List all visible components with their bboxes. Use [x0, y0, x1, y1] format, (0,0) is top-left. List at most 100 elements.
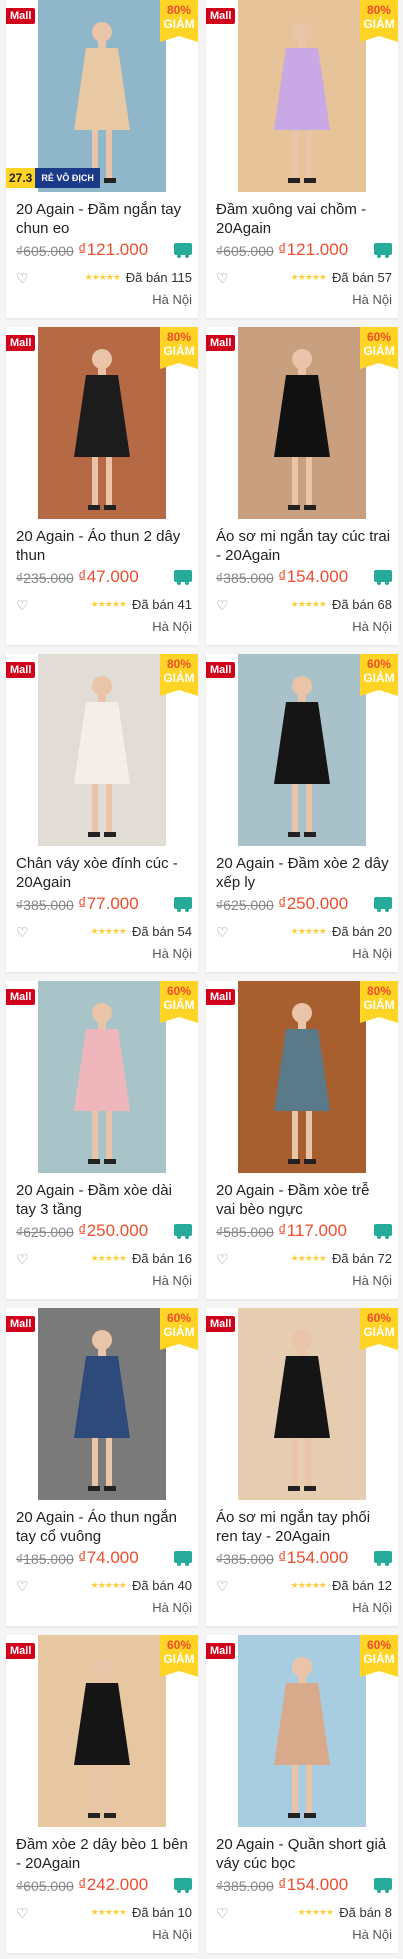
model-head — [292, 1657, 312, 1677]
product-image-area[interactable]: Mall 60% GIẢM — [206, 654, 398, 846]
product-card[interactable]: Mall 60% GIẢM Áo sơ mi ngắn tay phối ren… — [206, 1308, 398, 1626]
free-shipping-icon — [174, 1878, 192, 1893]
mall-badge: Mall — [6, 1316, 36, 1332]
free-shipping-icon — [374, 1551, 392, 1566]
rating-stars-icon: ★★★★★ — [290, 599, 327, 609]
heart-icon[interactable]: ♡ — [16, 1578, 29, 1595]
heart-icon[interactable]: ♡ — [16, 1905, 29, 1922]
price-row: ₫605.000 ₫121.000 — [16, 240, 192, 260]
product-card[interactable]: Mall 60% GIẢM 20 Again - Áo thun ngắn ta… — [6, 1308, 198, 1626]
product-image-area[interactable]: Mall 80% GIẢM — [6, 327, 198, 519]
shop-location: Hà Nội — [152, 1927, 192, 1942]
discount-percent: 60% — [166, 1311, 192, 1325]
sold-count: Đã bán 54 — [132, 924, 192, 939]
discount-percent: 60% — [166, 1638, 192, 1652]
product-photo — [38, 981, 166, 1173]
heart-icon[interactable]: ♡ — [16, 924, 29, 941]
product-name[interactable]: 20 Again - Áo thun 2 dây thun — [16, 527, 192, 565]
price-row: ₫625.000 ₫250.000 — [216, 894, 392, 914]
sold-count: Đã bán 16 — [132, 1251, 192, 1266]
heart-icon[interactable]: ♡ — [216, 597, 229, 614]
heart-icon[interactable]: ♡ — [216, 270, 229, 287]
product-image-area[interactable]: Mall 80% GIẢM — [206, 981, 398, 1173]
product-card[interactable]: Mall 60% GIẢM 20 Again - Đầm xòe 2 dây x… — [206, 654, 398, 972]
product-card[interactable]: Mall 80% GIẢM 27.3 RẺ VÔ ĐỊCH 20 Again -… — [6, 0, 198, 318]
model-head — [92, 1330, 112, 1350]
product-name[interactable]: Áo sơ mi ngắn tay phối ren tay - 20Again — [216, 1508, 392, 1546]
model-head — [292, 676, 312, 696]
product-image-area[interactable]: Mall 60% GIẢM — [206, 327, 398, 519]
product-card[interactable]: Mall 80% GIẢM 20 Again - Áo thun 2 dây t… — [6, 327, 198, 645]
original-price: ₫385.000 — [216, 570, 274, 586]
heart-icon[interactable]: ♡ — [16, 270, 29, 287]
heart-icon[interactable]: ♡ — [216, 1251, 229, 1268]
rating-stars-icon: ★★★★★ — [290, 272, 327, 282]
product-image-area[interactable]: Mall 60% GIẢM — [6, 1308, 198, 1500]
product-card[interactable]: Mall 80% GIẢM 20 Again - Đầm xòe trễ vai… — [206, 981, 398, 1299]
mall-badge: Mall — [206, 1643, 236, 1659]
product-image-area[interactable]: Mall 80% GIẢM — [206, 0, 398, 192]
product-image-area[interactable]: Mall 60% GIẢM — [6, 1635, 198, 1827]
product-image-area[interactable]: Mall 80% GIẢM — [6, 654, 198, 846]
mall-badge: Mall — [6, 989, 36, 1005]
product-name[interactable]: Đầm xuông vai chồm - 20Again — [216, 200, 392, 238]
shop-location: Hà Nội — [352, 619, 392, 634]
sold-count: Đã bán 8 — [339, 1905, 392, 1920]
price-row: ₫605.000 ₫121.000 — [216, 240, 392, 260]
product-photo — [238, 327, 366, 519]
product-name[interactable]: 20 Again - Đầm xòe dài tay 3 tầng — [16, 1181, 192, 1219]
heart-icon[interactable]: ♡ — [216, 1905, 229, 1922]
product-image-area[interactable]: Mall 80% GIẢM 27.3 RẺ VÔ ĐỊCH — [6, 0, 198, 192]
product-card[interactable]: Mall 80% GIẢM Chân váy xòe đính cúc - 20… — [6, 654, 198, 972]
discount-badge: 60% GIẢM — [360, 327, 398, 369]
sold-count: Đã bán 115 — [125, 270, 192, 285]
product-card[interactable]: Mall 60% GIẢM 20 Again - Quần short giả … — [206, 1635, 398, 1953]
product-card[interactable]: Mall 60% GIẢM Đầm xòe 2 dây bèo 1 bên - … — [6, 1635, 198, 1953]
meta-row: ♡ ★★★★★ Đã bán 40 — [16, 1578, 192, 1596]
product-name[interactable]: 20 Again - Quần short giả váy cúc bọc — [216, 1835, 392, 1873]
rating-stars-icon: ★★★★★ — [290, 926, 327, 936]
model-head — [92, 349, 112, 369]
meta-row: ♡ ★★★★★ Đã bán 16 — [16, 1251, 192, 1269]
model-head — [92, 22, 112, 42]
product-image-area[interactable]: Mall 60% GIẢM — [206, 1635, 398, 1827]
product-name[interactable]: 20 Again - Đầm xòe 2 dây xếp ly — [216, 854, 392, 892]
product-name[interactable]: 20 Again - Áo thun ngắn tay cổ vuông — [16, 1508, 192, 1546]
sale-price: ₫242.000 — [78, 1875, 149, 1894]
heart-icon[interactable]: ♡ — [216, 1578, 229, 1595]
price-row: ₫605.000 ₫242.000 — [16, 1875, 192, 1895]
sale-price: ₫154.000 — [278, 1548, 349, 1567]
product-image-area[interactable]: Mall 60% GIẢM — [6, 981, 198, 1173]
product-name[interactable]: 20 Again - Đầm ngắn tay chun eo — [16, 200, 192, 238]
discount-badge: 80% GIẢM — [160, 654, 198, 696]
product-name[interactable]: Chân váy xòe đính cúc - 20Again — [16, 854, 192, 892]
original-price: ₫605.000 — [16, 1878, 74, 1894]
discount-percent: 60% — [366, 657, 392, 671]
mall-badge: Mall — [206, 1316, 236, 1332]
model-head — [292, 1003, 312, 1023]
promo-text: RẺ VÔ ĐỊCH — [35, 168, 100, 188]
product-image-area[interactable]: Mall 60% GIẢM — [206, 1308, 398, 1500]
sale-price: ₫154.000 — [278, 567, 349, 586]
product-card[interactable]: Mall 80% GIẢM Đầm xuông vai chồm - 20Aga… — [206, 0, 398, 318]
product-card[interactable]: Mall 60% GIẢM Áo sơ mi ngắn tay cúc trai… — [206, 327, 398, 645]
model-head — [92, 676, 112, 696]
heart-icon[interactable]: ♡ — [16, 597, 29, 614]
sale-price: ₫154.000 — [278, 1875, 349, 1894]
product-name[interactable]: 20 Again - Đầm xòe trễ vai bèo ngực — [216, 1181, 392, 1219]
heart-icon[interactable]: ♡ — [16, 1251, 29, 1268]
shop-location: Hà Nội — [152, 946, 192, 961]
product-name[interactable]: Đầm xòe 2 dây bèo 1 bên - 20Again — [16, 1835, 192, 1873]
product-name[interactable]: Áo sơ mi ngắn tay cúc trai - 20Again — [216, 527, 392, 565]
mall-badge: Mall — [206, 989, 236, 1005]
discount-badge: 60% GIẢM — [160, 1635, 198, 1677]
product-card[interactable]: Mall 60% GIẢM 20 Again - Đầm xòe dài tay… — [6, 981, 198, 1299]
free-shipping-icon — [374, 243, 392, 258]
model-head — [292, 22, 312, 42]
rating-stars-icon: ★★★★★ — [297, 1907, 334, 1917]
original-price: ₫585.000 — [216, 1224, 274, 1240]
discount-percent: 80% — [366, 984, 392, 998]
discount-badge: 60% GIẢM — [360, 1308, 398, 1350]
heart-icon[interactable]: ♡ — [216, 924, 229, 941]
sold-count: Đã bán 41 — [132, 597, 192, 612]
